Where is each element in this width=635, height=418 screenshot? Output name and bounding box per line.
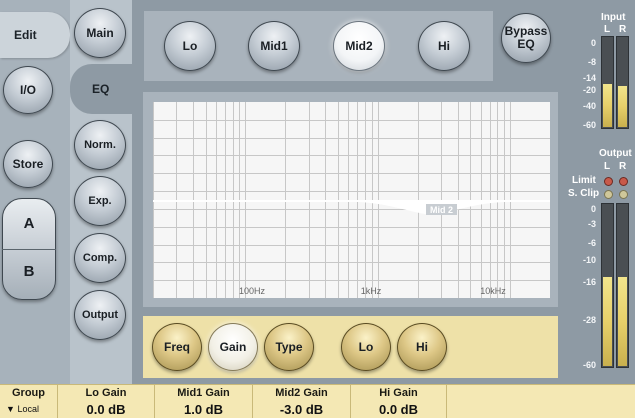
main-button[interactable]: Main — [74, 8, 126, 58]
footer-mid2-gain[interactable]: Mid2 Gain -3.0 dB — [253, 384, 351, 418]
output-tick-16: -16 — [582, 277, 596, 287]
input-meter-left-fill — [603, 84, 612, 127]
freq-label-1khz: 1kHz — [361, 286, 382, 296]
input-tick-0: 0 — [590, 38, 596, 48]
hi-gain-label: Hi Gain — [379, 387, 418, 399]
a-button[interactable]: A — [2, 215, 56, 232]
eq-graph[interactable]: Mid 2 100Hz 1kHz 10kHz — [153, 102, 550, 298]
comp-button[interactable]: Comp. — [74, 233, 126, 283]
ab-divider — [2, 249, 56, 250]
param-type-button[interactable]: Type — [264, 323, 314, 371]
output-tick-3: -3 — [587, 219, 596, 229]
output-tick-60: -60 — [582, 360, 596, 370]
sclip-led-left — [604, 190, 613, 199]
input-meter-left-label: L — [604, 24, 611, 35]
output-meter-left — [601, 203, 614, 368]
input-meter-right-fill — [618, 86, 627, 127]
param-gain-button[interactable]: Gain — [208, 323, 258, 371]
limit-led-left — [604, 177, 613, 186]
input-tick-40: -40 — [582, 101, 596, 111]
freq-label-100hz: 100Hz — [239, 286, 266, 296]
freq-label-10khz: 10kHz — [480, 286, 506, 296]
exp-button[interactable]: Exp. — [74, 176, 126, 226]
param-freq-button[interactable]: Freq — [152, 323, 202, 371]
lo-gain-label: Lo Gain — [85, 387, 127, 399]
tab-eq-label: EQ — [92, 82, 110, 96]
param-hi-button[interactable]: Hi — [397, 323, 447, 371]
sclip-label: S. Clip — [568, 188, 600, 199]
mid1-gain-value: 1.0 dB — [183, 402, 223, 417]
footer-mid1-gain[interactable]: Mid1 Gain 1.0 dB — [155, 384, 253, 418]
sclip-led-right — [619, 190, 628, 199]
hi-gain-value: 0.0 dB — [378, 402, 418, 417]
mid2-gain-value: -3.0 dB — [279, 402, 324, 417]
band-mid2-button[interactable]: Mid2 — [333, 21, 385, 71]
mid2-marker-label: Mid 2 — [430, 205, 453, 215]
output-meter-right-fill — [618, 277, 627, 366]
output-meter-left-fill — [603, 277, 612, 366]
input-tick-8: -8 — [587, 57, 596, 67]
store-button[interactable]: Store — [3, 140, 53, 188]
output-tick-6: -6 — [587, 238, 596, 248]
output-meter-title: Output — [599, 148, 632, 159]
norm-button[interactable]: Norm. — [74, 120, 126, 170]
group-selector[interactable]: Group ▼ Local — [0, 384, 58, 418]
limit-led-right — [619, 177, 628, 186]
output-tick-10: -10 — [582, 255, 596, 265]
group-label: Group — [12, 387, 45, 399]
group-value: Local — [17, 404, 39, 414]
output-meter-left-label: L — [604, 161, 611, 172]
io-button[interactable]: I/O — [3, 66, 53, 114]
output-meter-right-label: R — [619, 161, 627, 172]
mid2-gain-label: Mid2 Gain — [275, 387, 328, 399]
output-tick-0: 0 — [590, 204, 596, 214]
b-button[interactable]: B — [2, 263, 56, 280]
input-meter-title: Input — [601, 12, 626, 23]
tab-edit-label: Edit — [14, 28, 37, 42]
output-tick-28: -28 — [582, 315, 596, 325]
footer-hi-gain[interactable]: Hi Gain 0.0 dB — [351, 384, 447, 418]
limit-label: Limit — [572, 175, 596, 186]
band-hi-button[interactable]: Hi — [418, 21, 470, 71]
lo-gain-value: 0.0 dB — [86, 402, 126, 417]
input-tick-14: -14 — [582, 73, 596, 83]
mid1-gain-label: Mid1 Gain — [177, 387, 230, 399]
group-value-row: ▼ Local — [6, 404, 39, 414]
band-mid1-button[interactable]: Mid1 — [248, 21, 300, 71]
footer-lo-gain[interactable]: Lo Gain 0.0 dB — [58, 384, 155, 418]
output-button[interactable]: Output — [74, 290, 126, 340]
input-meter-right — [616, 36, 629, 129]
input-meter-right-label: R — [619, 24, 627, 35]
input-tick-60: -60 — [582, 120, 596, 130]
param-lo-button[interactable]: Lo — [341, 323, 391, 371]
dropdown-arrow-icon: ▼ — [6, 404, 15, 414]
bypass-label-line2: EQ — [517, 37, 535, 51]
input-tick-20: -20 — [582, 85, 596, 95]
input-meter-left — [601, 36, 614, 129]
bypass-eq-button[interactable]: Bypass EQ — [501, 13, 551, 63]
band-lo-button[interactable]: Lo — [164, 21, 216, 71]
output-meter-right — [616, 203, 629, 368]
